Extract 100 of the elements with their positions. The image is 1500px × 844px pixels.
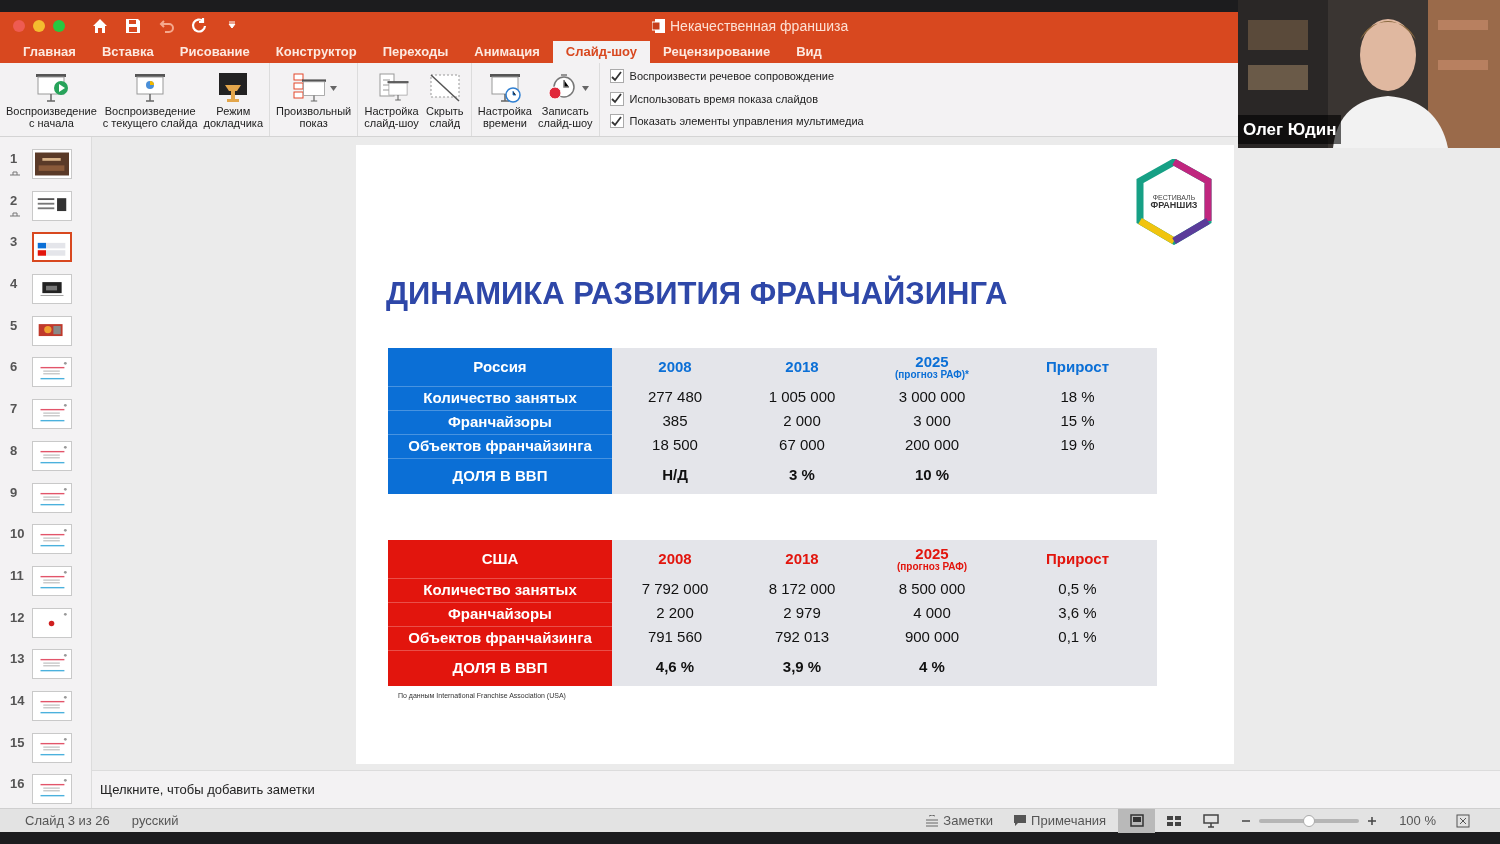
table-cell-text: 791 560 [646, 627, 704, 648]
ribbon-tab[interactable]: Главная [10, 41, 89, 63]
checkbox-label: Воспроизвести речевое сопровождение [629, 69, 835, 84]
home-icon[interactable] [91, 17, 109, 35]
participant-name: Олег Юдин [1238, 114, 1342, 144]
table-cell-text: 1 005 000 [767, 387, 837, 408]
table-cell-text: 18 % [1059, 387, 1096, 408]
ribbon-tab[interactable]: Рисование [166, 41, 263, 63]
minimize-button[interactable] [33, 20, 45, 32]
window-title: Некачественная франшиза [670, 16, 849, 36]
slide-number: 16 [10, 775, 25, 794]
slide-thumbnail[interactable] [32, 524, 72, 555]
slide-counter: Слайд 3 из 26 [25, 811, 110, 830]
fit-to-window-icon[interactable] [1456, 813, 1470, 828]
table-cell-text: 4 % [918, 657, 946, 678]
checkbox[interactable] [609, 114, 624, 129]
ribbon-tab[interactable]: Вставка [88, 41, 167, 63]
checkbox-label: Показать элементы управления мультимедиа [629, 114, 864, 129]
table-cell-text: 4 000 [912, 603, 952, 624]
slide-thumbnail[interactable] [32, 274, 72, 305]
slide-thumbnail[interactable] [32, 190, 72, 221]
slide-thumbnail[interactable] [32, 649, 72, 680]
slide-number: 8 [10, 441, 18, 460]
table-cell-text: 792 013 [773, 627, 831, 648]
ribbon-tab[interactable]: Вид [783, 41, 835, 63]
ribbon-button[interactable]: Скрыть слайд [421, 71, 468, 129]
slide-thumbnail[interactable] [32, 149, 72, 179]
slide-title: ДИНАМИКА РАЗВИТИЯ ФРАНЧАЙЗИНГА [386, 274, 1008, 313]
checkbox[interactable] [609, 91, 624, 106]
slide-thumbnail[interactable] [32, 774, 72, 805]
heading-note: (прогноз РАФ) [896, 561, 968, 572]
notes-field[interactable]: Щелкните, чтобы добавить заметки [100, 779, 315, 800]
ribbon-tab[interactable]: Слайд-шоу [552, 41, 651, 63]
ribbon-tab[interactable]: Анимация [461, 41, 553, 63]
row-label: Франчайзоры [448, 411, 552, 432]
slide-thumbnail[interactable] [32, 607, 72, 638]
ribbon-button[interactable]: Воспроизведение с начала [3, 71, 100, 129]
notes-button[interactable]: Заметки [925, 810, 994, 831]
row-label: Количество занятых [423, 387, 577, 408]
slide-number: 9 [10, 483, 18, 502]
ribbon-button[interactable]: Настройка слайд-шоу [361, 71, 422, 129]
column-heading: Прирост [1046, 551, 1109, 566]
row-label: ДОЛЯ В ВВП [452, 657, 548, 678]
slide-number: 1 [10, 150, 18, 168]
table-cell-text: 4,6 % [654, 657, 696, 678]
table-cell-text: 3,9 % [781, 657, 823, 678]
table-cell-text: 0,1 % [1057, 627, 1098, 648]
redo-icon[interactable] [190, 17, 208, 35]
slide-thumbnail[interactable] [32, 357, 72, 388]
slide-number: 15 [10, 733, 25, 752]
slide-number: 7 [10, 400, 18, 419]
table-cell-text: 277 480 [646, 387, 704, 408]
slider-thumb[interactable] [1303, 814, 1316, 827]
ribbon-tab[interactable]: Рецензирование [650, 41, 784, 63]
caret-icon [581, 85, 589, 91]
table-cell-text: 7 792 000 [640, 579, 710, 600]
caret-icon [330, 85, 338, 91]
row-label: Объектов франчайзинга [408, 435, 592, 456]
slide-thumbnail[interactable] [32, 440, 72, 471]
checkbox-label: Использовать время показа слайдов [629, 91, 818, 107]
slide-thumbnail[interactable] [32, 315, 72, 346]
table-cell-text: 8 172 000 [767, 579, 837, 600]
slide-number: 12 [10, 608, 25, 627]
column-heading: 2025 [915, 545, 949, 561]
column-heading: США [481, 551, 519, 566]
table-cell-text: 15 % [1059, 411, 1096, 432]
ribbon-tab[interactable]: Конструктор [262, 41, 370, 63]
zoom-slider[interactable] [1259, 813, 1360, 828]
comments-button[interactable]: Примечания [1013, 810, 1107, 831]
ribbon-button[interactable]: Записать слайд-шоу [535, 71, 596, 129]
column-heading: 2018 [785, 359, 819, 374]
slide-thumbnail[interactable] [32, 690, 72, 721]
slide-thumbnail[interactable] [32, 482, 72, 513]
ribbon-button[interactable]: Режим докладчика [200, 71, 267, 129]
table-cell-text: 385 [661, 411, 689, 432]
table-cell-text: 10 % [913, 465, 951, 486]
slide-number: 10 [10, 525, 25, 544]
ribbon-button[interactable]: Произвольный показ [273, 71, 355, 129]
checkbox[interactable] [609, 69, 624, 84]
ribbon-tab[interactable]: Переходы [369, 41, 462, 63]
zoom-level: 100 % [1399, 811, 1436, 830]
comment-icon [1013, 814, 1028, 827]
document-icon [652, 18, 666, 34]
slide-thumbnail[interactable] [32, 732, 72, 763]
normal-view-button[interactable] [1118, 808, 1156, 833]
table-cell-text: 3 000 [912, 411, 952, 432]
slide-number: 3 [10, 233, 18, 252]
row-label: Объектов франчайзинга [408, 627, 592, 648]
ribbon-button[interactable]: Воспроизведение с текущего слайда [99, 71, 201, 129]
row-label: Франчайзоры [448, 603, 552, 624]
zoom-in-icon[interactable] [1367, 815, 1378, 826]
ribbon-button[interactable]: Настройка времени [474, 71, 535, 129]
save-icon[interactable] [124, 17, 142, 35]
language-label: русский [131, 811, 179, 830]
slide-number: 5 [10, 316, 18, 335]
slide-thumbnail[interactable] [32, 399, 72, 430]
table-cell-text: 18 500 [651, 435, 699, 456]
slide-thumbnail[interactable] [32, 565, 72, 596]
slide-thumbnail[interactable] [32, 232, 72, 263]
column-heading: 2025 [915, 353, 949, 369]
